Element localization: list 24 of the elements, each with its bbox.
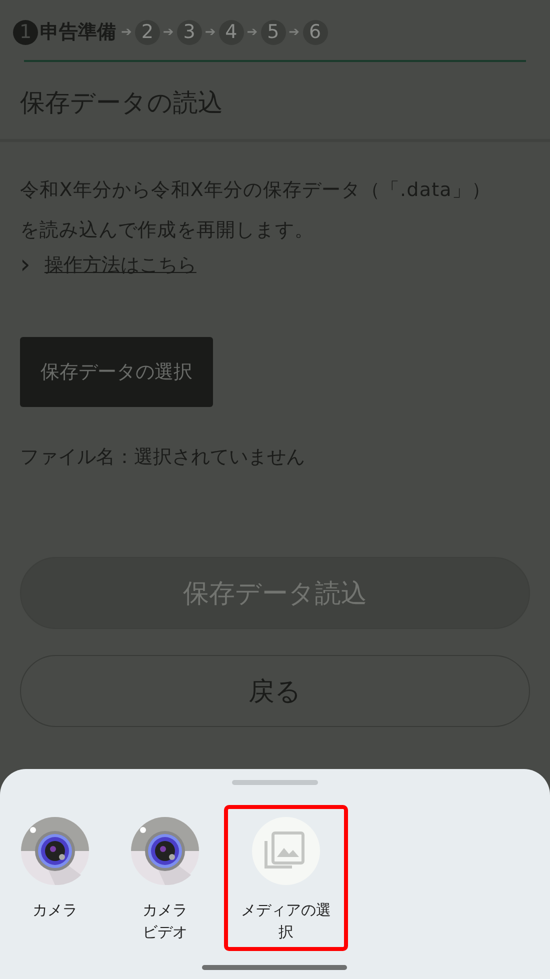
arrow-icon: ➔	[246, 24, 258, 40]
drag-handle[interactable]	[232, 780, 318, 785]
picker-option[interactable]: カメラ ビデオ	[110, 805, 220, 951]
arrow-icon: ➔	[204, 24, 216, 40]
option-label: ビデオ	[142, 922, 188, 943]
picker-option[interactable]: カメラ	[0, 805, 110, 951]
arrow-icon: ➔	[121, 24, 132, 40]
step-number: 4	[218, 20, 244, 44]
home-indicator[interactable]	[202, 965, 347, 970]
option-label: メディアの選択	[240, 900, 332, 943]
camera-icon	[21, 817, 89, 885]
step-number: 3	[176, 20, 202, 44]
chevron-icon: ›	[20, 256, 30, 274]
camera-icon	[131, 817, 199, 885]
option-label: カメラ	[32, 900, 78, 921]
step-number: 5	[260, 20, 286, 44]
arrow-icon: ➔	[288, 24, 300, 40]
step-number: 2	[134, 20, 160, 44]
arrow-icon: ➔	[162, 24, 174, 40]
picker-option[interactable]: メディアの選択	[224, 805, 348, 951]
gallery-icon	[252, 817, 320, 885]
step-number: 6	[302, 20, 328, 44]
option-label: カメラ	[142, 900, 188, 921]
select-data-button[interactable]: 保存データの選択	[20, 337, 213, 407]
